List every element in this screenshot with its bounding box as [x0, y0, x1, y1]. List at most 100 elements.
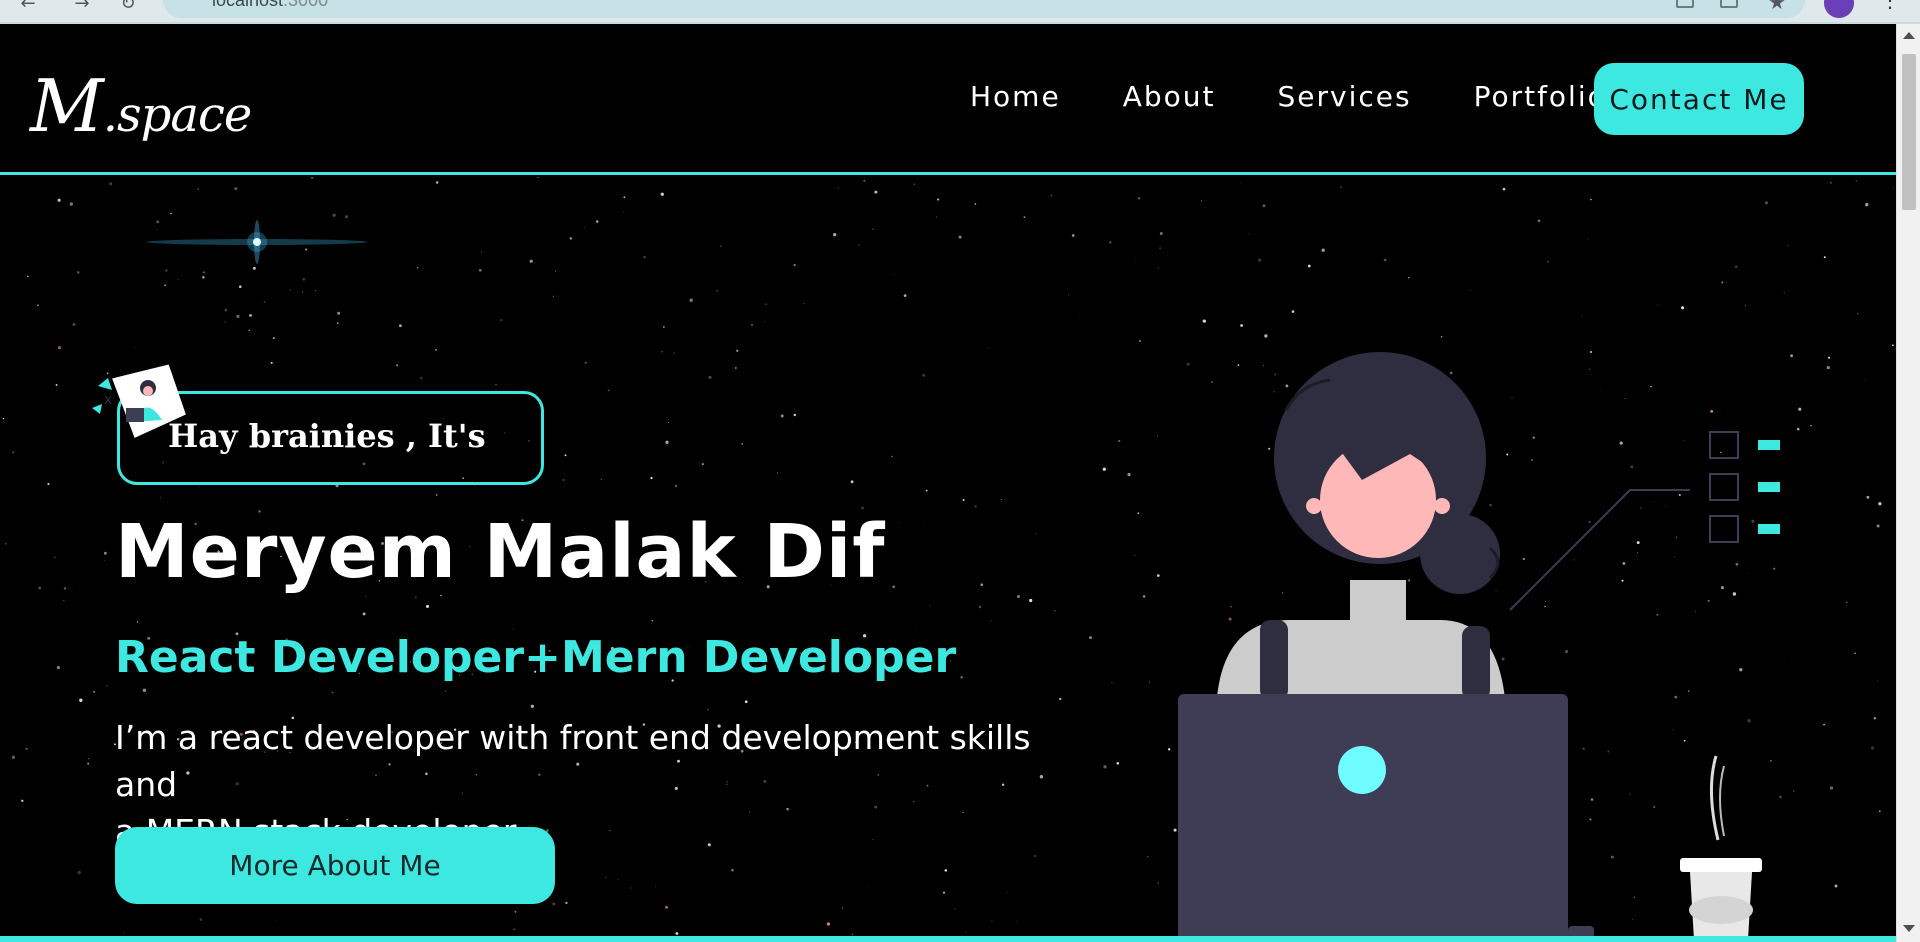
profile-avatar[interactable]	[1824, 0, 1854, 18]
star-dot	[552, 902, 556, 906]
address-bar[interactable]	[163, 0, 1805, 18]
star-dot	[529, 259, 533, 263]
contact-me-button[interactable]: Contact Me	[1594, 63, 1804, 135]
star-dot	[142, 688, 147, 692]
star-dot	[425, 604, 430, 608]
star-dot	[1016, 594, 1021, 599]
star-dot	[751, 324, 753, 326]
vertical-scrollbar[interactable]	[1896, 24, 1920, 942]
star-dot	[618, 878, 620, 880]
star-dot	[1892, 187, 1894, 189]
star-dot	[1721, 281, 1724, 284]
star-dot	[903, 294, 907, 297]
nav-about[interactable]: About	[1123, 80, 1216, 113]
star-dot	[63, 600, 65, 602]
star-dot	[675, 932, 679, 935]
star-dot	[337, 322, 339, 324]
star-dot	[915, 626, 917, 628]
nav-home[interactable]: Home	[970, 80, 1061, 113]
star-dot	[793, 263, 796, 267]
star-dot	[1054, 610, 1056, 612]
star-dot	[913, 183, 915, 185]
star-dot	[435, 494, 438, 496]
star-dot	[4, 542, 7, 545]
star-dot	[310, 177, 314, 179]
star-dot	[164, 269, 168, 272]
hero-name: Meryem Malak Dif	[115, 509, 886, 595]
flare-star	[147, 220, 367, 264]
svg-text:x: x	[104, 392, 112, 408]
hero-role: React Developer+Mern Developer	[115, 632, 957, 683]
star-icon[interactable]: ★	[1768, 0, 1786, 14]
kebab-menu-icon[interactable]: ⋮	[1880, 0, 1900, 12]
star-dot	[2, 417, 5, 420]
star-dot	[435, 349, 437, 351]
star-dot	[708, 375, 712, 380]
site-logo[interactable]: M.space	[30, 64, 252, 148]
star-dot	[569, 237, 572, 240]
star-dot	[661, 350, 663, 353]
star-dot	[419, 376, 423, 380]
install-app-icon[interactable]	[1676, 0, 1694, 8]
star-dot	[942, 891, 946, 894]
scroll-up-icon[interactable]	[1903, 32, 1915, 39]
star-dot	[53, 556, 56, 559]
star-dot	[1034, 855, 1036, 857]
checklist-widget	[1509, 431, 1780, 611]
star-dot	[302, 277, 306, 281]
star-dot	[21, 799, 24, 802]
star-dot	[891, 455, 893, 458]
star-dot	[650, 476, 653, 480]
section-divider	[0, 936, 1896, 942]
star-dot	[1159, 232, 1163, 235]
star-dot	[1000, 499, 1002, 500]
star-dot	[965, 932, 967, 934]
star-dot	[202, 276, 205, 279]
star-dot	[1147, 856, 1149, 858]
star-dot	[249, 314, 252, 317]
main-nav: Home About Services Portfolio	[970, 80, 1607, 113]
scroll-down-icon[interactable]	[1903, 925, 1915, 932]
scrollbar-thumb[interactable]	[1902, 54, 1916, 210]
star-dot	[365, 596, 367, 597]
tab-search-icon[interactable]	[1720, 0, 1738, 8]
star-dot	[803, 303, 805, 304]
browser-toolbar: ← → ↻ localhost:3000 ★ ⋮	[0, 0, 1920, 24]
star-dot	[701, 463, 704, 466]
star-dot	[289, 289, 292, 291]
reload-icon[interactable]: ↻	[118, 0, 138, 14]
star-dot	[47, 482, 50, 485]
star-dot	[252, 266, 256, 270]
laptop	[1178, 694, 1594, 942]
coffee-cup	[1680, 755, 1762, 940]
star-dot	[104, 560, 106, 562]
more-about-me-button[interactable]: More About Me	[115, 827, 555, 904]
forward-icon[interactable]: →	[72, 0, 92, 14]
star-dot	[833, 233, 837, 237]
star-dot	[868, 885, 870, 887]
star-dot	[202, 271, 205, 274]
star-dot	[892, 585, 895, 588]
star-dot	[263, 301, 265, 303]
star-dot	[1537, 219, 1541, 223]
star-dot	[1383, 258, 1387, 262]
address-text[interactable]: localhost:3000	[212, 0, 328, 11]
star-dot	[396, 364, 398, 367]
star-dot	[974, 505, 977, 508]
star-dot	[841, 907, 843, 909]
star-dot	[275, 920, 277, 922]
star-dot	[87, 758, 90, 760]
star-dot	[301, 290, 304, 293]
star-dot	[552, 295, 554, 297]
star-dot	[513, 628, 514, 630]
star-dot	[1103, 765, 1107, 769]
star-dot	[63, 587, 67, 590]
star-dot	[707, 708, 709, 711]
star-dot	[1580, 315, 1583, 317]
nav-portfolio[interactable]: Portfolio	[1474, 80, 1607, 113]
star-dot	[1783, 291, 1786, 294]
star-dot	[11, 755, 16, 759]
nav-services[interactable]: Services	[1277, 80, 1411, 113]
back-icon[interactable]: ←	[18, 0, 38, 14]
star-dot	[660, 192, 664, 196]
